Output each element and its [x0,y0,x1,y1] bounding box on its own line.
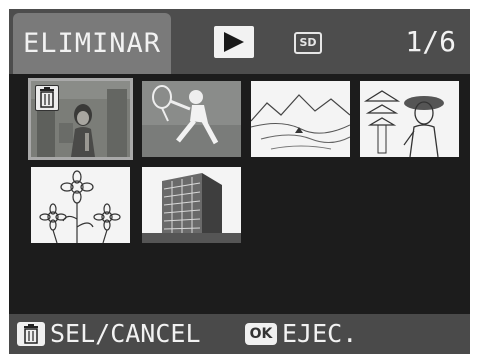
sd-card-icon: SD [294,32,322,54]
camera-screen: ELIMINAR SD 1/6 SEL/CANCEL OK EJEC. [9,9,470,354]
thumbnail-flowers[interactable] [31,167,130,243]
exec-label: EJEC. [282,319,358,348]
thumbnail-building[interactable] [142,167,241,243]
thumbnail-pagoda-woman[interactable] [360,81,459,157]
header-bar: ELIMINAR SD 1/6 [9,9,470,74]
mode-label: ELIMINAR [22,28,162,59]
footer-bar: SEL/CANCEL OK EJEC. [9,314,470,354]
thumbnail-landscape[interactable] [251,81,350,157]
play-icon [214,26,254,58]
thumbnail-woman-photo[interactable] [28,78,133,160]
thumbnail-tennis-player[interactable] [142,81,241,157]
mode-tab: ELIMINAR [13,13,171,74]
trash-icon [17,322,45,346]
ok-button-icon: OK [245,323,277,345]
trash-icon [35,85,59,111]
page-indicator: 1/6 [405,25,456,58]
sel-cancel-label: SEL/CANCEL [50,319,201,348]
